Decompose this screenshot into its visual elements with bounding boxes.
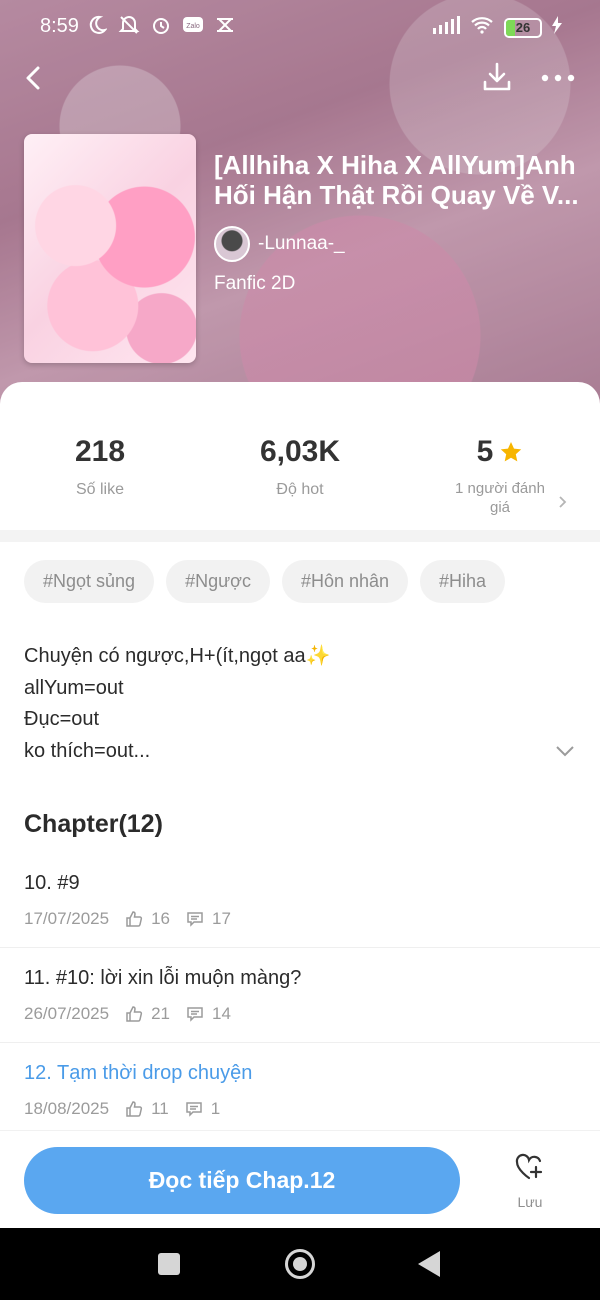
chapter-item-current[interactable]: 12. Tạm thời drop chuyện 18/08/2025 11 1 [24,1062,576,1119]
author-avatar[interactable] [214,226,250,262]
description-line: ko thích=out... [24,739,151,762]
comment-icon [186,1005,204,1023]
download-button[interactable] [478,58,516,96]
description-line: Đục=out [24,708,100,730]
chapter-title: 11. #10: lời xin lỗi muộn màng? [24,967,302,989]
status-bar: 8:59 Zalo 26 [0,0,600,54]
tag-chip[interactable]: #Ngọt sủng [24,560,155,603]
home-button[interactable] [285,1249,315,1279]
tag-chip[interactable]: #Hôn nhân [281,560,409,603]
likes-label: Số like [75,481,125,498]
chapter-heading: Chapter(12) [24,810,163,838]
rating-stat[interactable]: 5 1 người đánh giá [400,435,600,517]
hot-value: 6,03K [259,435,341,468]
recents-button[interactable] [158,1253,180,1275]
author-name[interactable]: -Lunnaa-_ [258,233,345,255]
chapter-comments: 14 [212,1004,231,1023]
moon-icon [86,14,108,36]
stats-row: 218 Số like 6,03K Độ hot 5 1 người đánh … [0,405,600,525]
system-nav-bar [0,1228,600,1300]
top-nav [0,56,600,100]
battery-level: 26 [515,20,531,35]
author-row[interactable]: -Lunnaa-_ [214,226,345,262]
chapter-likes: 16 [151,909,171,928]
bottom-action-bar: Đọc tiếp Chap.12 Lưu [0,1130,600,1228]
likes-value: 218 [74,435,126,468]
charging-icon [552,16,562,39]
wifi-icon [470,16,494,39]
heart-add-icon [515,1153,543,1180]
download-icon [483,62,511,91]
back-arrow-icon [26,66,40,90]
save-label: Lưu [517,1194,543,1210]
story-description[interactable]: Chuyện có ngược,H+(ít,ngọt aa✨ allYum=ou… [24,641,331,767]
signal-icon [432,16,460,39]
more-dots-icon [541,74,575,82]
rating-label: 1 người đánh giá [455,480,545,516]
mute-icon [118,14,140,36]
chapter-date: 18/08/2025 [24,1099,110,1118]
tag-chip[interactable]: #Ngược [166,560,270,603]
story-title: [Allhiha X Hiha X AllYum]Anh Hối Hận Thậ… [214,150,579,210]
comment-icon [186,910,204,928]
svg-text:Zalo: Zalo [186,23,200,30]
tag-list: #Ngọt sủng #Ngược #Hôn nhân #Hiha [24,560,506,603]
chapter-title: 10. #9 [24,872,80,894]
chapter-date: 17/07/2025 [24,909,110,928]
section-divider [0,530,600,542]
hot-stat: 6,03K Độ hot [200,435,400,499]
likes-stat: 218 Số like [0,435,200,499]
rating-value: 5 [476,435,494,468]
story-genre: Fanfic 2D [214,273,296,294]
star-icon [501,442,522,462]
zalo-icon: Zalo [182,14,204,36]
save-button[interactable]: Lưu [498,1151,562,1215]
chapter-comments: 17 [212,909,231,928]
like-icon [125,1100,143,1118]
status-time: 8:59 [40,15,79,37]
like-icon [125,910,143,928]
battery-icon: 26 [504,17,542,38]
tag-chip[interactable]: #Hiha [420,560,506,603]
alarm-icon [150,14,172,36]
story-cover-image[interactable] [24,134,196,363]
chapter-likes: 21 [151,1004,171,1023]
description-line: Chuyện có ngược,H+(ít,ngọt aa✨ [24,645,331,667]
hot-label: Độ hot [276,481,324,498]
comment-icon [185,1100,203,1118]
description-line: allYum=out [24,676,124,699]
like-icon [125,1005,143,1023]
chapter-item[interactable]: 10. #9 17/07/2025 16 17 [24,872,576,929]
system-back-button[interactable] [418,1251,440,1277]
chapter-likes: 11 [151,1099,169,1118]
continue-reading-button[interactable]: Đọc tiếp Chap.12 [24,1147,460,1214]
chapter-date: 26/07/2025 [24,1004,110,1023]
more-options-button[interactable] [536,60,580,96]
expand-chevron-icon[interactable] [554,740,576,762]
chapter-item[interactable]: 11. #10: lời xin lỗi muộn màng? 26/07/20… [24,967,576,1024]
back-button[interactable] [18,60,50,96]
divider [0,1042,600,1043]
chevron-right-icon[interactable] [556,495,570,509]
chapter-comments: 1 [210,1099,221,1118]
capcut-icon [214,14,236,36]
divider [0,947,600,948]
chapter-title: 12. Tạm thời drop chuyện [24,1062,253,1084]
